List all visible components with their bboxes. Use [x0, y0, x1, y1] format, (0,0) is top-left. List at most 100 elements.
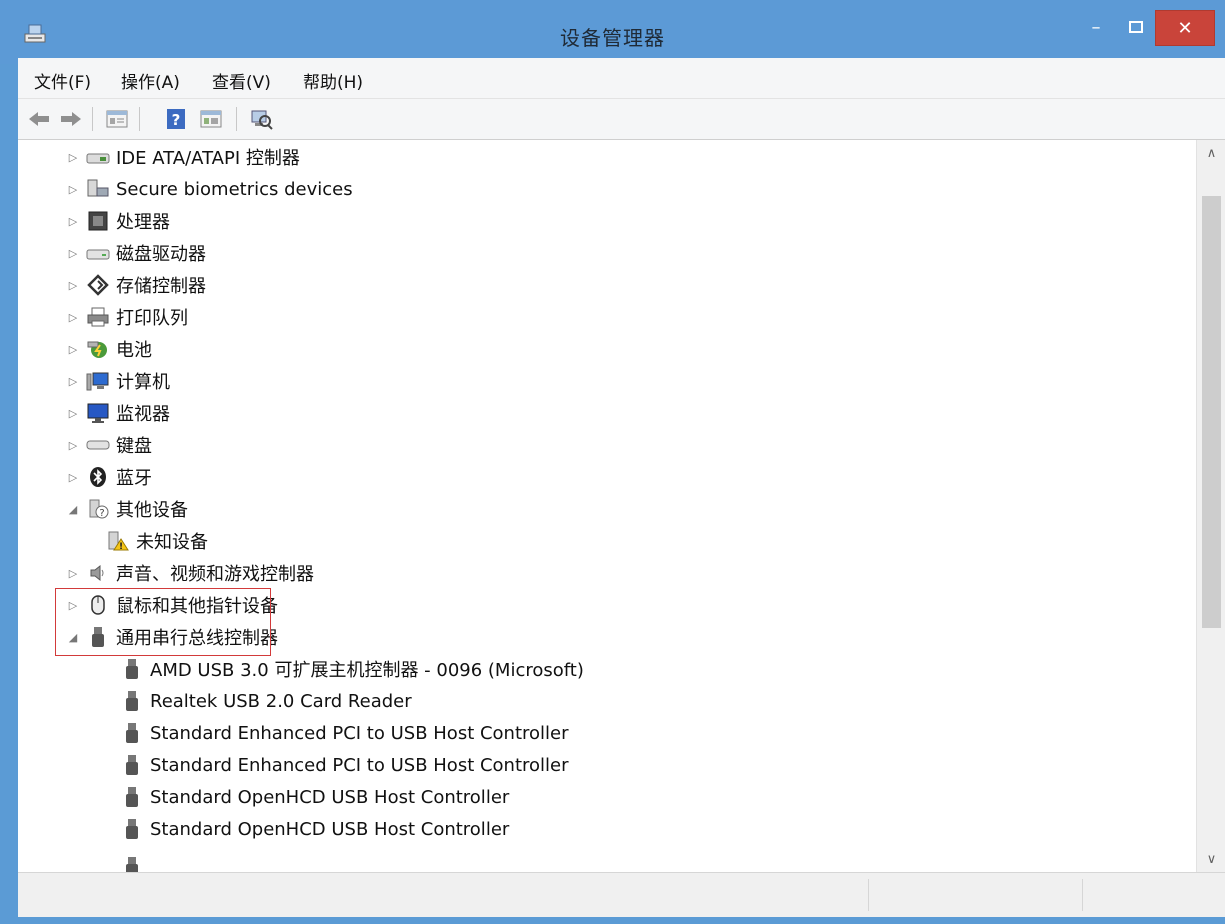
- tree-item-battery[interactable]: ▷ 电池: [66, 334, 152, 364]
- printer-icon: [86, 306, 110, 328]
- tree-item-usb-device[interactable]: AMD USB 3.0 可扩展主机控制器 - 0096 (Microsoft): [114, 654, 584, 684]
- expand-arrow-icon[interactable]: ▷: [66, 343, 80, 356]
- close-icon: ✕: [1177, 17, 1193, 39]
- monitor-icon: [86, 402, 110, 424]
- expand-arrow-icon[interactable]: ▷: [66, 567, 80, 580]
- tree-item-label: Realtek USB 2.0 Card Reader: [150, 690, 412, 712]
- usb-icon: [120, 754, 144, 776]
- tree-item-label: 键盘: [116, 436, 152, 457]
- tree-item-label: Secure biometrics devices: [116, 178, 353, 200]
- menu-bar: 文件(F) 操作(A) 查看(V) 帮助(H): [18, 58, 1225, 99]
- usb-icon: [120, 818, 144, 840]
- status-pane: [868, 879, 1079, 911]
- expand-arrow-icon[interactable]: ▷: [66, 215, 80, 228]
- properties-icon[interactable]: [104, 107, 130, 131]
- tree-item-usb-device[interactable]: Standard OpenHCD USB Host Controller: [114, 814, 509, 844]
- tree-item-other-devices[interactable]: ◢ ? 其他设备: [66, 494, 188, 524]
- tree-item-usb-device[interactable]: Realtek USB 2.0 Card Reader: [114, 686, 412, 716]
- usb-icon: [120, 786, 144, 808]
- menu-help[interactable]: 帮助(H): [303, 68, 363, 93]
- bluetooth-icon: [86, 466, 110, 488]
- client-area: 文件(F) 操作(A) 查看(V) 帮助(H) ? ▷ IDE ATA/ATAP…: [18, 58, 1225, 917]
- speaker-icon: [86, 562, 110, 584]
- tree-item-biometrics[interactable]: ▷ Secure biometrics devices: [66, 174, 353, 204]
- device-tree: ▷ IDE ATA/ATAPI 控制器 ▷ Secure biometrics …: [18, 140, 1196, 872]
- status-pane: [1082, 879, 1223, 911]
- menu-view[interactable]: 查看(V): [212, 68, 271, 93]
- tree-item-label: Standard Enhanced PCI to USB Host Contro…: [150, 754, 569, 776]
- usb-icon: [120, 856, 144, 872]
- help-icon[interactable]: ?: [164, 107, 190, 131]
- tree-item-label: IDE ATA/ATAPI 控制器: [116, 148, 300, 169]
- highlight-box: [55, 588, 271, 656]
- menu-action[interactable]: 操作(A): [121, 68, 180, 93]
- usb-icon: [120, 658, 144, 680]
- svg-text:?: ?: [99, 508, 104, 519]
- forward-arrow-icon[interactable]: [58, 107, 84, 131]
- maximize-button[interactable]: [1117, 10, 1155, 44]
- tree-item-ide-controller[interactable]: ▷ IDE ATA/ATAPI 控制器: [66, 142, 300, 172]
- tree-item-processor[interactable]: ▷ 处理器: [66, 206, 170, 236]
- biometric-icon: [86, 178, 110, 200]
- tree-item-label: 未知设备: [136, 532, 208, 553]
- tree-item-label: 存储控制器: [116, 276, 206, 297]
- toolbar-separator: [139, 107, 140, 131]
- view-icon[interactable]: [198, 107, 224, 131]
- expand-arrow-icon[interactable]: ▷: [66, 471, 80, 484]
- tree-item-label: Standard OpenHCD USB Host Controller: [150, 786, 510, 808]
- tree-item-unknown-device[interactable]: ! 未知设备: [100, 526, 208, 556]
- menu-file[interactable]: 文件(F): [34, 68, 91, 93]
- status-bar: [18, 872, 1225, 917]
- close-button[interactable]: ✕: [1155, 10, 1215, 46]
- minimize-button[interactable]: –: [1075, 10, 1117, 44]
- expand-arrow-icon[interactable]: ▷: [66, 311, 80, 324]
- expand-arrow-icon[interactable]: ▷: [66, 183, 80, 196]
- tree-item-label: 打印队列: [116, 308, 188, 329]
- expand-arrow-icon[interactable]: ▷: [66, 151, 80, 164]
- tree-item-print-queues[interactable]: ▷ 打印队列: [66, 302, 188, 332]
- tree-item-bluetooth[interactable]: ▷ 蓝牙: [66, 462, 152, 492]
- tree-item-sound-video[interactable]: ▷ 声音、视频和游戏控制器: [66, 558, 314, 588]
- tree-item-computer[interactable]: ▷ 计算机: [66, 366, 170, 396]
- unknown-device-icon: ?: [86, 498, 110, 520]
- tree-item-label: 其他设备: [116, 500, 188, 521]
- expand-arrow-icon[interactable]: ▷: [66, 407, 80, 420]
- battery-icon: [86, 338, 110, 360]
- expand-arrow-icon[interactable]: ▷: [66, 439, 80, 452]
- minimize-icon: –: [1091, 16, 1101, 38]
- tree-item-usb-device[interactable]: Standard Enhanced PCI to USB Host Contro…: [114, 718, 569, 748]
- scan-hardware-icon[interactable]: [248, 107, 274, 131]
- toolbar-separator: [92, 107, 93, 131]
- ide-controller-icon: [86, 146, 110, 168]
- tree-item-label: Standard Enhanced PCI to USB Host Contro…: [150, 722, 569, 744]
- collapse-arrow-icon[interactable]: ◢: [66, 503, 80, 516]
- toolbar-separator: [236, 107, 237, 131]
- usb-icon: [120, 690, 144, 712]
- computer-icon: [86, 370, 110, 392]
- scroll-up-arrow-icon[interactable]: ∧: [1197, 140, 1225, 166]
- expand-arrow-icon[interactable]: ▷: [66, 375, 80, 388]
- tree-item-usb-device-partial[interactable]: [114, 852, 144, 872]
- expand-arrow-icon[interactable]: ▷: [66, 247, 80, 260]
- tree-item-label: 处理器: [116, 212, 170, 233]
- tree-item-keyboards[interactable]: ▷ 键盘: [66, 430, 152, 460]
- tree-item-storage-controllers[interactable]: ▷ 存储控制器: [66, 270, 206, 300]
- tree-item-label: 声音、视频和游戏控制器: [116, 564, 314, 585]
- storage-controller-icon: [86, 274, 110, 296]
- title-bar[interactable]: 设备管理器 – ✕: [0, 0, 1225, 64]
- tree-item-usb-device[interactable]: Standard Enhanced PCI to USB Host Contro…: [114, 750, 569, 780]
- svg-text:!: !: [119, 542, 123, 552]
- tree-item-label: 蓝牙: [116, 468, 152, 489]
- maximize-icon: [1129, 21, 1143, 33]
- tree-item-monitors[interactable]: ▷ 监视器: [66, 398, 170, 428]
- scrollbar-thumb[interactable]: [1202, 196, 1221, 628]
- disk-drive-icon: [86, 242, 110, 264]
- tree-item-disk-drives[interactable]: ▷ 磁盘驱动器: [66, 238, 206, 268]
- vertical-scrollbar[interactable]: ∧ ∨: [1196, 140, 1225, 872]
- processor-icon: [86, 210, 110, 232]
- tree-item-usb-device[interactable]: Standard OpenHCD USB Host Controller: [114, 782, 509, 812]
- scroll-down-arrow-icon[interactable]: ∨: [1197, 846, 1225, 872]
- back-arrow-icon[interactable]: [26, 107, 52, 131]
- expand-arrow-icon[interactable]: ▷: [66, 279, 80, 292]
- window-title: 设备管理器: [560, 26, 665, 50]
